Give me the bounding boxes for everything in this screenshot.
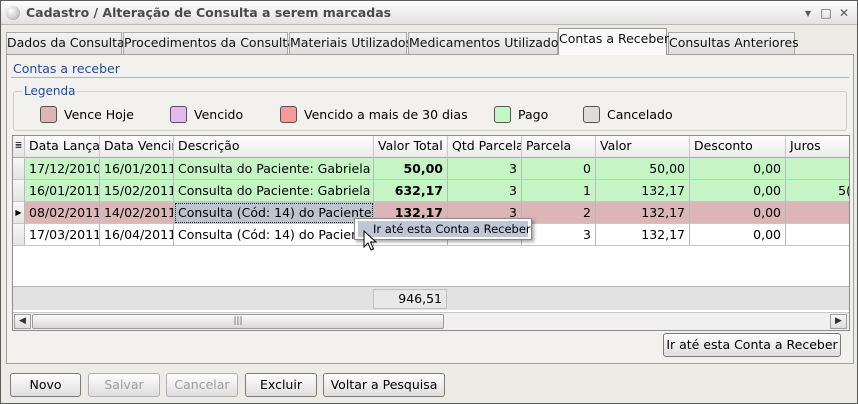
cell-valor[interactable]: 132,17 [596,180,690,202]
legend-title: Legenda [22,84,78,98]
excluir-button[interactable]: Excluir [245,373,317,397]
cell-valor[interactable]: 50,00 [596,158,690,180]
mouse-cursor-icon [363,230,377,251]
cell-data-vencimento[interactable]: 14/02/2011 [100,202,174,224]
cell-juros[interactable] [786,202,849,224]
title-bar: Cadastro / Alteração de Consulta a serem… [1,1,857,25]
col-header-valor-total[interactable]: Valor Total [374,136,448,158]
col-header-juros[interactable]: Juros [786,136,849,158]
legend-swatch [583,106,600,123]
cell-juros[interactable]: 5( [786,180,849,202]
tab-medicamentos-utilizados[interactable]: Medicamentos Utilizados [408,32,565,55]
cell-desconto[interactable]: 0,00 [690,180,786,202]
context-menu-item-goto-account[interactable]: Ir até esta Conta a Receber [358,221,531,237]
cell-valor[interactable]: 132,17 [596,224,690,246]
horizontal-scrollbar[interactable]: ◀ ||| ▶ [13,312,849,330]
close-button[interactable]: ✕ [837,6,851,20]
cell-valor-total[interactable]: 632,17 [374,180,448,202]
tab-procedimentos-da-consulta[interactable]: Procedimentos da Consulta [123,32,295,55]
legend-label: Pago [518,107,549,122]
tab-contas-a-receber[interactable]: Contas a Receber [558,28,669,55]
col-header-data-lancamento[interactable]: Data Lançar [25,136,100,158]
novo-button[interactable]: Novo [10,373,81,397]
cell-data-vencimento[interactable]: 16/04/2011 [100,224,174,246]
section-divider [11,77,849,78]
grid-header: ≣ Data Lançar Data Vencin Descrição Valo… [13,136,849,158]
cell-juros[interactable] [786,224,849,246]
valor-total-sum: 946,51 [373,289,447,309]
col-header-data-vencimento[interactable]: Data Vencin [100,136,174,158]
table-row[interactable]: 17/12/2010 16/01/2011 Consulta do Pacien… [13,158,849,180]
cell-juros[interactable] [786,158,849,180]
col-header-qtd-parcela[interactable]: Qtd Parcela [448,136,522,158]
col-header-desconto[interactable]: Desconto [690,136,786,158]
cell-parcela[interactable]: 3 [522,224,596,246]
legend-swatch [170,106,187,123]
row-indicator [13,180,25,202]
column-chooser-icon[interactable]: ≣ [13,136,25,158]
tab-materiais-utilizados[interactable]: Materiais Utilizados [289,32,412,55]
cancelar-button[interactable]: Cancelar [166,373,238,397]
tab-strip: Dados da Consulta Procedimentos da Consu… [6,28,854,55]
legend-group: Legenda Vence Hoje Vencido Vencido a mai… [13,84,847,131]
minimize-button[interactable]: ▾ [801,6,815,20]
legend-swatch [280,106,297,123]
cell-qtd-parcela[interactable]: 3 [448,180,522,202]
cell-parcela[interactable]: 1 [522,180,596,202]
main-window: Cadastro / Alteração de Consulta a serem… [0,0,858,404]
legend-swatch [40,106,57,123]
cell-data-vencimento[interactable]: 15/02/2011 [100,180,174,202]
col-header-valor[interactable]: Valor [596,136,690,158]
app-icon [6,6,20,20]
cell-data-vencimento[interactable]: 16/01/2011 [100,158,174,180]
cell-valor[interactable]: 132,17 [596,202,690,224]
cell-desconto[interactable]: 0,00 [690,158,786,180]
tab-page: Contas a receber Legenda Vence Hoje Venc… [6,54,854,364]
table-row[interactable]: 16/01/2011 15/02/2011 Consulta do Pacien… [13,180,849,202]
cell-parcela[interactable]: 2 [522,202,596,224]
scrollbar-thumb[interactable]: ||| [32,314,444,329]
col-header-parcela[interactable]: Parcela [522,136,596,158]
cell-data-lancamento[interactable]: 16/01/2011 [25,180,100,202]
cell-parcela[interactable]: 0 [522,158,596,180]
cell-descricao[interactable]: Consulta do Paciente: Gabriela Fer [174,158,374,180]
grid-footer: 946,51 [13,286,849,310]
scroll-right-icon[interactable]: ▶ [830,314,847,329]
legend-label: Vencido a mais de 30 dias [304,107,468,122]
cell-descricao[interactable]: Consulta do Paciente: Gabriela Fer [174,180,374,202]
restore-button[interactable]: □ [819,6,833,20]
cell-data-lancamento[interactable]: 08/02/2011 [25,202,100,224]
cell-valor-total[interactable]: 50,00 [374,158,448,180]
scroll-left-icon[interactable]: ◀ [14,314,31,329]
row-indicator [13,158,25,180]
goto-account-button[interactable]: Ir até esta Conta a Receber [663,333,841,357]
legend-label: Cancelado [607,107,673,122]
legend-swatch [494,106,511,123]
col-header-descricao[interactable]: Descrição [174,136,374,158]
tab-dados-da-consulta[interactable]: Dados da Consulta [6,32,125,55]
voltar-pesquisa-button[interactable]: Voltar a Pesquisa [323,373,445,397]
row-indicator [13,224,25,246]
tab-consultas-anteriores[interactable]: Consultas Anteriores [668,32,799,55]
window-title: Cadastro / Alteração de Consulta a serem… [26,5,392,20]
cell-desconto[interactable]: 0,00 [690,202,786,224]
context-menu: Ir até esta Conta a Receber [354,218,532,240]
salvar-button[interactable]: Salvar [88,373,160,397]
legend-label: Vencido [194,107,244,122]
cell-descricao[interactable]: Consulta (Cód: 14) do Paciente [174,224,374,246]
cell-data-lancamento[interactable]: 17/12/2010 [25,158,100,180]
cell-descricao-selected[interactable]: Consulta (Cód: 14) do Paciente: G [174,202,374,224]
current-row-arrow-icon: ▶ [13,202,25,224]
legend-label: Vence Hoje [64,107,134,122]
section-title: Contas a receber [13,61,120,76]
cell-data-lancamento[interactable]: 17/03/2011 [25,224,100,246]
cell-desconto[interactable]: 0,00 [690,224,786,246]
cell-qtd-parcela[interactable]: 3 [448,158,522,180]
